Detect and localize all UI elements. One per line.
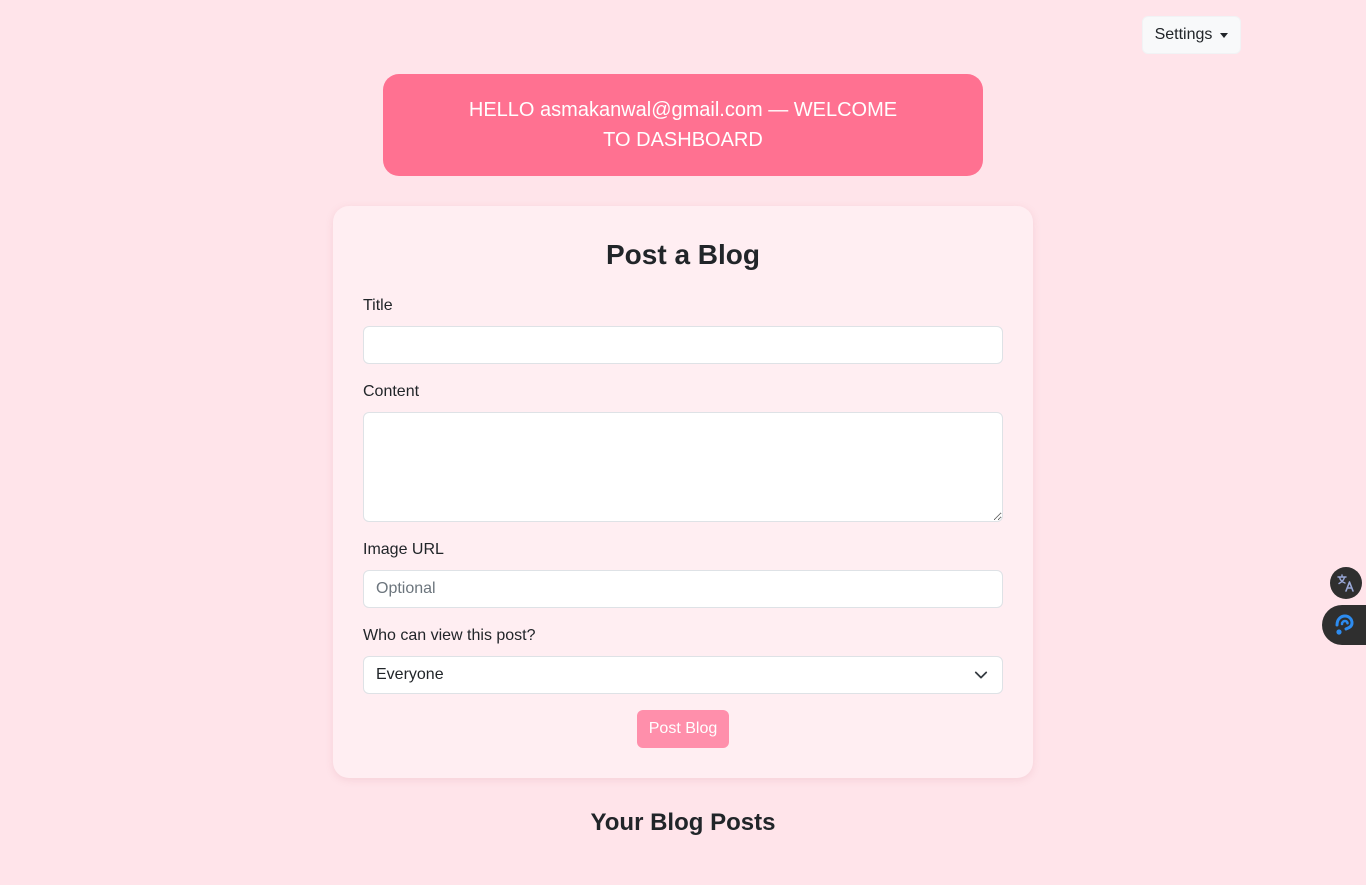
- content-textarea[interactable]: [363, 412, 1003, 522]
- title-input[interactable]: [363, 326, 1003, 364]
- chevron-down-icon: [974, 671, 988, 679]
- visibility-select[interactable]: Everyone: [363, 656, 1003, 694]
- content-label: Content: [363, 383, 420, 400]
- welcome-text: HELLO asmakanwal@gmail.com — WELCOME TO …: [468, 99, 898, 151]
- visibility-selected-value: Everyone: [376, 666, 444, 683]
- post-blog-button[interactable]: Post Blog: [637, 710, 729, 748]
- image-url-label: Image URL: [363, 541, 444, 558]
- blog-posts-heading: Your Blog Posts: [590, 809, 776, 836]
- form-title: Post a Blog: [605, 239, 760, 270]
- assistant-widget-button[interactable]: [1322, 605, 1366, 645]
- post-blog-card: Post a Blog Title Content Image URL Who …: [333, 206, 1033, 778]
- title-label: Title: [363, 297, 393, 314]
- caret-down-icon: [1220, 33, 1229, 38]
- image-url-input[interactable]: [363, 570, 1003, 608]
- settings-label: Settings: [1154, 26, 1213, 43]
- translate-icon: [1337, 574, 1354, 592]
- assistant-icon: [1335, 614, 1354, 635]
- translate-widget-button[interactable]: [1330, 567, 1362, 599]
- visibility-label: Who can view this post?: [363, 627, 536, 644]
- settings-dropdown-button[interactable]: Settings: [1142, 16, 1241, 54]
- welcome-banner: HELLO asmakanwal@gmail.com — WELCOME TO …: [383, 74, 983, 176]
